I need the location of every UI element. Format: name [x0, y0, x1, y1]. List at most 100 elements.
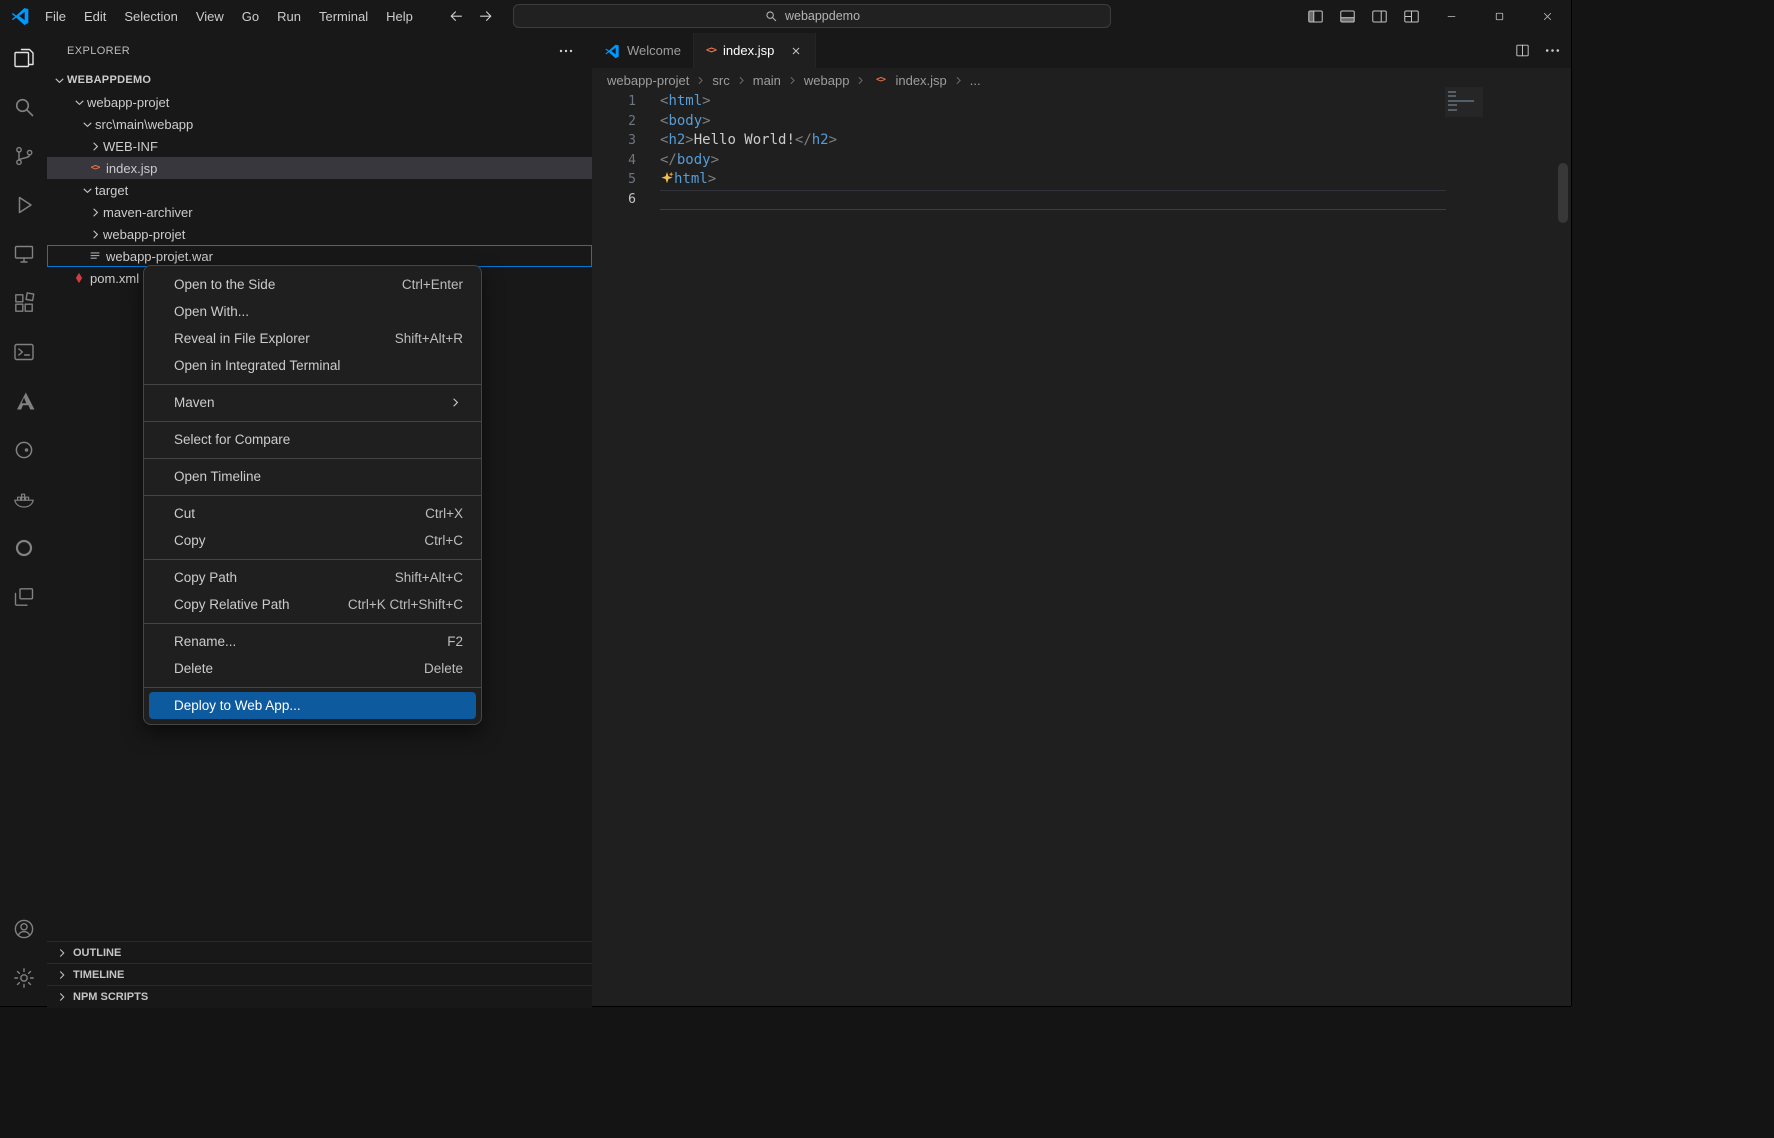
context-menu-item-select-for-compare[interactable]: Select for Compare [144, 426, 481, 453]
explorer-more-actions-icon[interactable] [558, 43, 574, 59]
back-icon[interactable] [448, 8, 465, 25]
breadcrumb-item-webapp[interactable]: webapp [804, 73, 850, 88]
context-menu-item-open-timeline[interactable]: Open Timeline [144, 463, 481, 490]
tree-item-label: src\main\webapp [95, 117, 193, 132]
toggle-panel-button[interactable] [1331, 0, 1363, 33]
chevron-right-icon[interactable] [87, 205, 103, 220]
azure-icon[interactable] [0, 376, 47, 425]
menu-help[interactable]: Help [377, 5, 422, 28]
minimap[interactable] [1445, 87, 1483, 117]
breadcrumb-label: src [712, 73, 729, 88]
code-token: > [702, 113, 710, 129]
chevron-down-icon[interactable] [79, 183, 95, 198]
code-line-1[interactable]: 1<html> [592, 92, 1551, 112]
settings-icon[interactable] [0, 953, 47, 1002]
code-icon: <> [706, 45, 716, 56]
tree-item-target[interactable]: target [47, 179, 592, 201]
breadcrumb-item-main[interactable]: main [753, 73, 781, 88]
context-menu-item-open-in-integrated-terminal[interactable]: Open in Integrated Terminal [144, 352, 481, 379]
tree-item-index-jsp[interactable]: <>index.jsp [47, 157, 592, 179]
context-menu-item-cut[interactable]: CutCtrl+X [144, 500, 481, 527]
command-center-search[interactable]: webappdemo [513, 4, 1111, 28]
close-button[interactable] [1523, 0, 1571, 33]
tree-item-webapp-projet-war[interactable]: webapp-projet.war [47, 245, 592, 267]
code-token: > [711, 152, 719, 168]
minimize-button[interactable] [1427, 0, 1475, 33]
source-control-icon[interactable] [0, 131, 47, 180]
menu-selection[interactable]: Selection [115, 5, 186, 28]
context-menu-item-maven[interactable]: Maven [144, 389, 481, 416]
section-npm-scripts[interactable]: NPM SCRIPTS [47, 985, 592, 1008]
tree-item-webappdemo[interactable]: WEBAPPDEMO [47, 69, 592, 91]
context-menu-item-copy-relative-path[interactable]: Copy Relative PathCtrl+K Ctrl+Shift+C [144, 591, 481, 618]
menu-item-label: Open to the Side [174, 277, 275, 292]
context-menu-item-delete[interactable]: DeleteDelete [144, 655, 481, 682]
menu-terminal[interactable]: Terminal [310, 5, 377, 28]
tree-item-label: index.jsp [106, 161, 157, 176]
code-line-5[interactable]: 5html> [592, 170, 1551, 190]
menu-item-label: Open Timeline [174, 469, 261, 484]
breadcrumb-item-item[interactable]: ... [970, 73, 981, 88]
code-line-4[interactable]: 4</body> [592, 151, 1551, 171]
split-editor-icon[interactable] [1514, 42, 1531, 59]
minimap-line [1448, 104, 1457, 106]
breadcrumb-item-webapp-projet[interactable]: webapp-projet [607, 73, 689, 88]
chevron-right-icon[interactable] [87, 227, 103, 242]
context-menu-item-open-with[interactable]: Open With... [144, 298, 481, 325]
context-menu-item-reveal-in-file-explorer[interactable]: Reveal in File ExplorerShift+Alt+R [144, 325, 481, 352]
code-token: > [702, 93, 710, 109]
menu-view[interactable]: View [187, 5, 233, 28]
accounts-icon[interactable] [0, 904, 47, 953]
tree-item-label: webapp-projet [87, 95, 169, 110]
context-menu-item-copy-path[interactable]: Copy PathShift+Alt+C [144, 564, 481, 591]
toggle-secondary-sidebar-button[interactable] [1363, 0, 1395, 33]
breadcrumb-item-index-jsp[interactable]: <>index.jsp [872, 73, 946, 88]
tab-index-jsp[interactable]: <>index.jsp [694, 33, 816, 68]
section-timeline[interactable]: TIMELINE [47, 963, 592, 986]
run-and-debug-icon[interactable] [0, 180, 47, 229]
explorer-icon[interactable] [0, 33, 47, 82]
remote-windows-icon[interactable] [0, 572, 47, 621]
context-menu-item-rename[interactable]: Rename...F2 [144, 628, 481, 655]
section-outline[interactable]: OUTLINE [47, 941, 592, 964]
minimap-line [1448, 109, 1457, 111]
chevron-down-icon[interactable] [71, 95, 87, 110]
tree-item-web-inf[interactable]: WEB-INF [47, 135, 592, 157]
breadcrumb-label: index.jsp [895, 73, 946, 88]
context-menu-item-deploy-to-web-app[interactable]: Deploy to Web App... [149, 692, 476, 719]
chevron-right-icon[interactable] [87, 139, 103, 154]
gradle-icon[interactable] [0, 425, 47, 474]
menu-run[interactable]: Run [268, 5, 310, 28]
breadcrumb-label: webapp-projet [607, 73, 689, 88]
extensions-icon[interactable] [0, 278, 47, 327]
tree-item-maven-archiver[interactable]: maven-archiver [47, 201, 592, 223]
kubernetes-icon[interactable] [0, 523, 47, 572]
breadcrumb-item-src[interactable]: src [712, 73, 729, 88]
context-menu-item-open-to-the-side[interactable]: Open to the SideCtrl+Enter [144, 271, 481, 298]
tree-item-src-main-webapp[interactable]: src\main\webapp [47, 113, 592, 135]
menu-go[interactable]: Go [233, 5, 268, 28]
code-line-3[interactable]: 3<h2>Hello World!</h2> [592, 131, 1551, 151]
menu-edit[interactable]: Edit [75, 5, 115, 28]
customize-layout-button[interactable] [1395, 0, 1427, 33]
close-tab-icon[interactable] [789, 44, 803, 58]
chevron-down-icon[interactable] [51, 73, 67, 88]
editor-more-actions-icon[interactable] [1544, 42, 1561, 59]
code-line-2[interactable]: 2<body> [592, 112, 1551, 132]
forward-icon[interactable] [477, 8, 494, 25]
menu-file[interactable]: File [36, 5, 75, 28]
remote-explorer-icon[interactable] [0, 229, 47, 278]
tab-welcome[interactable]: Welcome [592, 33, 694, 68]
maximize-button[interactable] [1475, 0, 1523, 33]
breadcrumb: webapp-projet src main webapp <>index.jsp... [592, 68, 1571, 92]
terminal-icon[interactable] [0, 327, 47, 376]
tree-item-webapp-projet[interactable]: webapp-projet [47, 91, 592, 113]
toggle-primary-sidebar-button[interactable] [1299, 0, 1331, 33]
chevron-down-icon[interactable] [79, 117, 95, 132]
docker-icon[interactable] [0, 474, 47, 523]
menubar: FileEditSelectionViewGoRunTerminalHelp [36, 0, 422, 33]
context-menu-item-copy[interactable]: CopyCtrl+C [144, 527, 481, 554]
search-icon[interactable] [0, 82, 47, 131]
tree-item-webapp-projet[interactable]: webapp-projet [47, 223, 592, 245]
scrollbar-thumb[interactable] [1558, 163, 1568, 223]
